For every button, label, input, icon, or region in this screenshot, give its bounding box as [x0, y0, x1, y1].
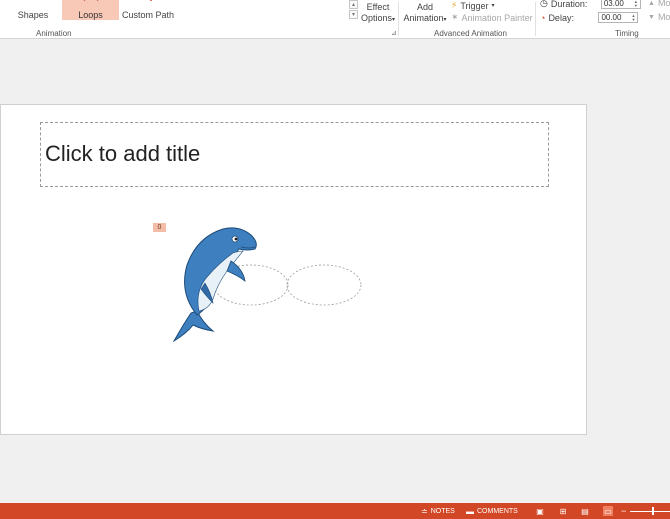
shapes-icon: [24, 0, 42, 6]
dropdown-arrow-icon: ▾: [392, 17, 396, 23]
comments-label: COMMENTS: [477, 507, 518, 515]
gallery-scroll-up-button[interactable]: ▴: [349, 0, 358, 9]
group-label-timing: Timing: [615, 29, 639, 38]
move-earlier-button[interactable]: ▲ Mo: [648, 0, 670, 8]
spinner-arrows-icon[interactable]: ▲ ▼: [631, 13, 637, 22]
notes-label: NOTES: [430, 507, 455, 515]
group-label-animation: Animation: [36, 29, 72, 38]
chevron-up-icon: ▴: [351, 2, 355, 8]
effect-options-button[interactable]: Effect Options▾: [360, 2, 396, 26]
move-later-label: Mo: [657, 12, 670, 22]
notes-button[interactable]: ≐ NOTES: [421, 503, 455, 519]
gallery-more-button[interactable]: ▾: [349, 10, 358, 19]
clock-icon: ◷: [540, 0, 548, 8]
dropdown-arrow-icon: ▾: [491, 3, 495, 9]
normal-view-icon: ▣: [536, 506, 544, 516]
status-bar: ≐ NOTES ▬ COMMENTS ▣ ⊞ ▤ ▭ −: [0, 503, 670, 519]
delay-icon: ◔: [540, 12, 546, 23]
animation-painter-button[interactable]: ✶ Animation Painter: [451, 12, 533, 23]
add-animation-label-2: Animation: [403, 13, 444, 23]
gallery-item-loops[interactable]: Loops: [62, 0, 119, 20]
lightning-icon: ⚡: [451, 0, 458, 10]
duration-value: 03.00: [603, 0, 624, 8]
gallery-item-label: Custom Path: [121, 10, 175, 20]
notes-icon: ≐: [421, 506, 428, 516]
add-animation-button[interactable]: Add Animation▾: [401, 2, 449, 26]
duration-input[interactable]: 03.00 ▲ ▼: [600, 0, 641, 9]
delay-row: ◔ Delay: 00.00 ▲ ▼: [540, 12, 639, 23]
gallery-item-label: Loops: [78, 10, 103, 20]
comment-icon: ▬: [466, 506, 474, 516]
add-animation-label-1: Add: [416, 2, 433, 12]
custom-path-icon: [148, 0, 154, 6]
gallery-item-label: Shapes: [17, 10, 49, 20]
move-later-button[interactable]: ▼ Mo: [648, 12, 670, 22]
gallery-item-custom-path[interactable]: Custom Path: [120, 0, 176, 20]
gallery-item-shapes[interactable]: Shapes: [8, 0, 58, 20]
delay-label: Delay:: [548, 12, 574, 23]
minus-icon: −: [621, 506, 627, 516]
effect-options-label-2: Options: [360, 13, 392, 23]
group-separator: [535, 2, 536, 36]
slide-sorter-icon: ⊞: [559, 506, 567, 516]
zoom-slider-track[interactable]: [630, 511, 670, 512]
duration-label: Duration:: [550, 0, 588, 9]
slide-sorter-button[interactable]: ⊞: [558, 506, 568, 516]
motion-path-loops[interactable]: [1, 105, 587, 435]
reading-view-icon: ▤: [581, 506, 589, 516]
duration-row: ◷ Duration: 03.00 ▲ ▼: [540, 0, 641, 9]
dolphin-picture[interactable]: [169, 225, 261, 343]
slide-show-button[interactable]: ▭: [603, 506, 613, 516]
loops-icon: [82, 0, 100, 6]
effect-options-label-1: Effect: [366, 2, 390, 12]
normal-view-button[interactable]: ▣: [535, 506, 545, 516]
group-separator: [398, 2, 399, 36]
trigger-label: Trigger: [460, 0, 489, 11]
slide[interactable]: Click to add title 0: [0, 104, 587, 435]
zoom-slider-thumb[interactable]: [652, 507, 654, 515]
move-earlier-label: Mo: [657, 0, 670, 8]
trigger-button[interactable]: ⚡ Trigger ▾: [451, 0, 495, 11]
animation-order-tag[interactable]: 0: [153, 223, 166, 232]
group-label-advanced-animation: Advanced Animation: [434, 29, 507, 38]
dialog-launcher-icon[interactable]: ⊿: [391, 29, 397, 37]
delay-input[interactable]: 00.00 ▲ ▼: [598, 12, 639, 23]
ribbon: Shapes Loops Custom Path ▴ ▾ Effect Opti…: [0, 0, 670, 39]
spinner-arrows-icon[interactable]: ▲ ▼: [634, 0, 640, 8]
comments-button[interactable]: ▬ COMMENTS: [466, 503, 518, 519]
zoom-out-button[interactable]: −: [621, 503, 626, 519]
triangle-down-icon: ▼: [648, 13, 655, 21]
slide-show-icon: ▭: [604, 506, 612, 516]
reading-view-button[interactable]: ▤: [580, 506, 590, 516]
triangle-up-icon: ▲: [648, 0, 655, 7]
animation-painter-icon: ✶: [451, 12, 459, 22]
delay-value: 00.00: [601, 13, 622, 22]
dropdown-arrow-icon: ▾: [443, 17, 447, 23]
animation-painter-label: Animation Painter: [461, 12, 533, 23]
chevron-down-icon: ▾: [351, 12, 355, 18]
loop-path-right[interactable]: [286, 264, 362, 306]
